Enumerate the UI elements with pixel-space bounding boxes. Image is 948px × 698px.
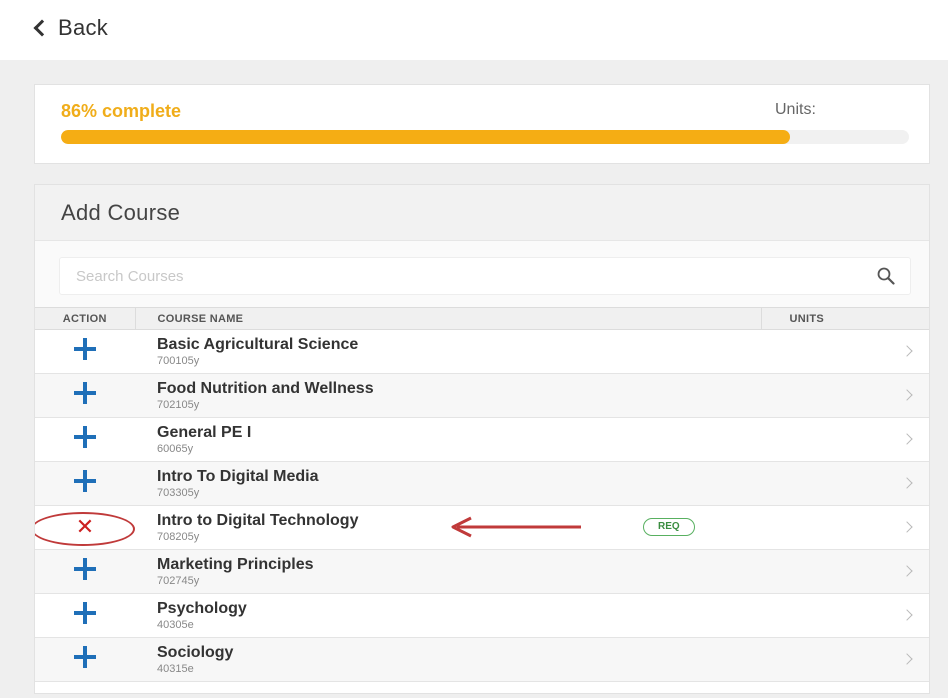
action-cell xyxy=(35,373,135,418)
action-cell xyxy=(35,549,135,594)
table-row[interactable]: Marketing Principles 702745y xyxy=(35,549,929,594)
course-code: 703305y xyxy=(157,486,200,499)
units-cell xyxy=(761,637,929,682)
units-cell xyxy=(761,593,929,638)
course-name-cell: Intro to Digital Technology 708205y REQ xyxy=(135,505,761,550)
course-name-cell: Basic Agricultural Science 700105y xyxy=(135,329,761,374)
course-name: Food Nutrition and Wellness xyxy=(157,379,374,397)
table-row[interactable]: ✕ Intro to Digital Technology 708205y REQ xyxy=(35,505,929,550)
action-cell: ✕ xyxy=(35,505,135,550)
chevron-right-icon[interactable] xyxy=(901,433,913,445)
action-cell xyxy=(35,417,135,462)
course-name-cell: General PE I 60065y xyxy=(135,417,761,462)
chevron-right-icon[interactable] xyxy=(901,653,913,665)
table-row[interactable]: Sociology 40315e xyxy=(35,637,929,682)
chevron-right-icon[interactable] xyxy=(901,565,913,577)
course-name: Marketing Principles xyxy=(157,555,314,573)
course-name-cell: Psychology 40305e xyxy=(135,593,761,638)
action-cell xyxy=(35,593,135,638)
back-label: Back xyxy=(58,15,109,40)
add-icon[interactable] xyxy=(74,602,96,624)
add-icon[interactable] xyxy=(74,646,96,668)
annotation-circle xyxy=(35,512,135,546)
chevron-right-icon[interactable] xyxy=(901,345,913,357)
back-button[interactable]: Back xyxy=(30,12,108,44)
panel-title: Add Course xyxy=(61,199,181,225)
chevron-right-icon[interactable] xyxy=(901,477,913,489)
progress-card: 86% complete Units: xyxy=(34,84,930,164)
course-code: 702105y xyxy=(157,398,200,411)
course-code: 40305e xyxy=(157,618,194,631)
table-row[interactable]: Psychology 40305e xyxy=(35,593,929,638)
table-row[interactable]: Intro To Digital Media 703305y xyxy=(35,461,929,506)
search-area xyxy=(35,241,929,307)
add-course-panel: Add Course ACTION COURSE NAME UNITS Basi… xyxy=(34,184,930,694)
course-name: Psychology xyxy=(157,599,247,617)
chevron-right-icon[interactable] xyxy=(901,389,913,401)
units-cell xyxy=(761,329,929,374)
table-header-row: ACTION COURSE NAME UNITS xyxy=(35,307,929,330)
add-icon[interactable] xyxy=(74,382,96,404)
action-cell xyxy=(35,637,135,682)
add-icon[interactable] xyxy=(74,426,96,448)
annotation-arrow xyxy=(451,516,581,538)
units-cell xyxy=(761,373,929,418)
panel-header: Add Course xyxy=(35,185,929,241)
course-code: 40315e xyxy=(157,662,194,675)
units-cell xyxy=(761,549,929,594)
action-cell xyxy=(35,461,135,506)
progress-bar xyxy=(61,130,909,144)
units-cell xyxy=(761,461,929,506)
top-bar: Back xyxy=(0,0,948,60)
search-box xyxy=(59,257,911,295)
course-name: General PE I xyxy=(157,423,252,441)
course-name: Intro To Digital Media xyxy=(157,467,319,485)
progress-label: 86% complete xyxy=(61,101,182,121)
chevron-left-icon xyxy=(33,19,51,37)
add-icon[interactable] xyxy=(74,470,96,492)
units-cell xyxy=(761,505,929,550)
column-header-action: ACTION xyxy=(35,307,136,330)
course-name: Sociology xyxy=(157,643,234,661)
search-icon[interactable] xyxy=(876,266,896,286)
chevron-right-icon[interactable] xyxy=(901,521,913,533)
course-name-cell: Sociology 40315e xyxy=(135,637,761,682)
table-row[interactable]: Basic Agricultural Science 700105y xyxy=(35,329,929,374)
course-name-cell: Food Nutrition and Wellness 702105y xyxy=(135,373,761,418)
add-icon[interactable] xyxy=(74,558,96,580)
course-table: ACTION COURSE NAME UNITS Basic Agricultu… xyxy=(35,307,929,682)
course-name: Basic Agricultural Science xyxy=(157,335,359,353)
search-input[interactable] xyxy=(60,258,860,294)
units-label: Units: xyxy=(775,101,816,118)
table-row[interactable]: Food Nutrition and Wellness 702105y xyxy=(35,373,929,418)
course-code: 60065y xyxy=(157,442,194,455)
table-row[interactable]: General PE I 60065y xyxy=(35,417,929,462)
course-code: 702745y xyxy=(157,574,200,587)
units-value xyxy=(789,431,839,449)
column-header-course-name: COURSE NAME xyxy=(135,307,761,330)
chevron-right-icon[interactable] xyxy=(901,609,913,621)
course-name-cell: Intro To Digital Media 703305y xyxy=(135,461,761,506)
column-header-units: UNITS xyxy=(760,307,929,330)
course-code: 700105y xyxy=(157,354,200,367)
action-cell xyxy=(35,329,135,374)
add-icon[interactable] xyxy=(74,338,96,360)
progress-bar-fill xyxy=(61,130,791,144)
course-name-cell: Marketing Principles 702745y xyxy=(135,549,761,594)
units-cell xyxy=(761,417,929,462)
req-badge: REQ xyxy=(643,518,695,536)
